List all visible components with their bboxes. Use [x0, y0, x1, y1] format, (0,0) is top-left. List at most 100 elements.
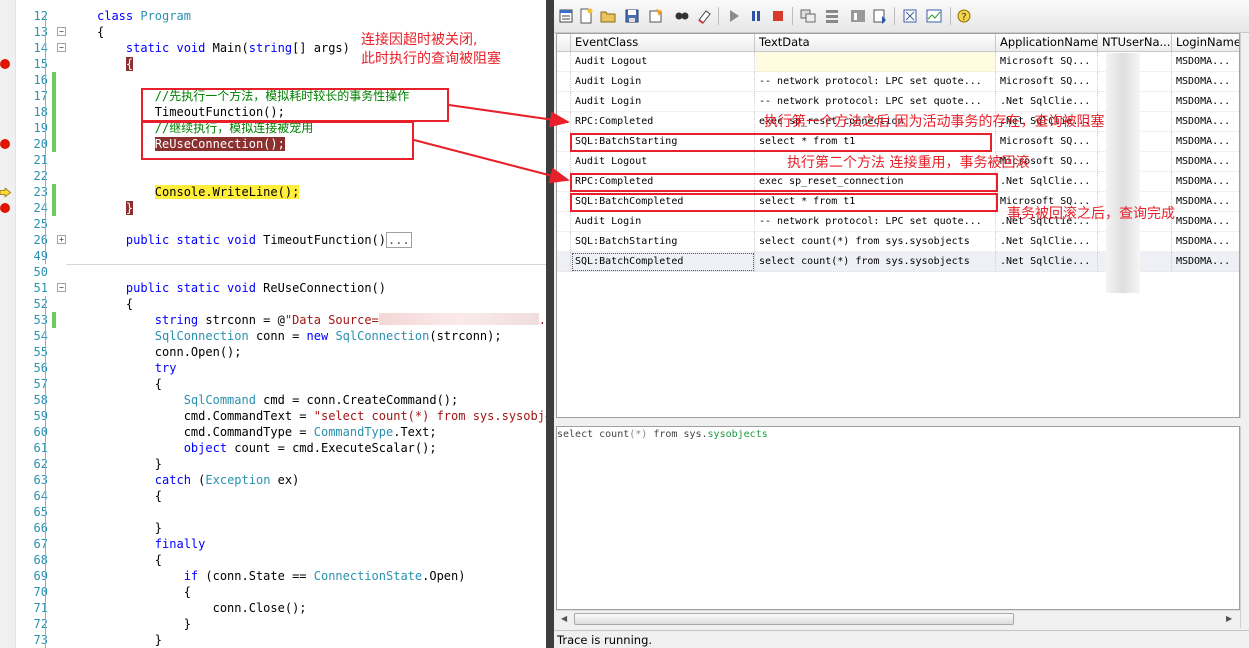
cell-applicationname[interactable]: Microsoft SQ...: [996, 52, 1098, 72]
code-line[interactable]: 71 conn.Close();: [16, 600, 546, 616]
cell-applicationname[interactable]: .Net SqlClie...: [996, 252, 1098, 272]
breakpoint-icon[interactable]: [0, 203, 10, 213]
scroll-right-icon[interactable]: ▶: [1226, 614, 1232, 623]
row-gutter[interactable]: [557, 172, 571, 192]
stop-icon[interactable]: [770, 8, 786, 24]
code-line[interactable]: 16: [16, 72, 546, 88]
cell-loginname[interactable]: MSDOMA...: [1172, 192, 1239, 212]
help-icon[interactable]: ?: [956, 8, 972, 24]
pause-icon[interactable]: [748, 8, 764, 24]
row-gutter[interactable]: [557, 152, 571, 172]
template-icon[interactable]: [648, 8, 664, 24]
detail-horizontal-scrollbar[interactable]: ◀ ▶: [556, 610, 1240, 627]
cell-loginname[interactable]: MSDOMA...: [1172, 132, 1239, 152]
code-line[interactable]: 56 try: [16, 360, 546, 376]
code-line[interactable]: 50: [16, 264, 546, 280]
cell-eventclass[interactable]: Audit Login: [571, 72, 755, 92]
breakpoint-margin[interactable]: [0, 0, 16, 648]
code-line[interactable]: 62 }: [16, 456, 546, 472]
scroll-left-icon[interactable]: ◀: [561, 614, 567, 623]
row-gutter[interactable]: [557, 232, 571, 252]
find-icon[interactable]: [674, 8, 690, 24]
code-line[interactable]: 12 class Program: [16, 8, 546, 24]
cell-applicationname[interactable]: Microsoft SQ...: [996, 132, 1098, 152]
code-line[interactable]: 51− public static void ReUseConnection(): [16, 280, 546, 296]
cell-eventclass[interactable]: RPC:Completed: [571, 112, 755, 132]
cell-loginname[interactable]: MSDOMA...: [1172, 232, 1239, 252]
filter-icon[interactable]: [850, 8, 866, 24]
code-line[interactable]: 70 {: [16, 584, 546, 600]
code-line[interactable]: 67 finally: [16, 536, 546, 552]
cell-applicationname[interactable]: .Net SqlClie...: [996, 172, 1098, 192]
cell-textdata[interactable]: select count(*) from sys.sysobjects: [755, 232, 996, 252]
collapse-icon[interactable]: −: [57, 283, 66, 292]
cell-loginname[interactable]: MSDOMA...: [1172, 72, 1239, 92]
code-line[interactable]: 73 }: [16, 632, 546, 648]
code-line[interactable]: 49: [16, 248, 546, 264]
code-line[interactable]: 22: [16, 168, 546, 184]
code-line[interactable]: 72 }: [16, 616, 546, 632]
collapsed-region[interactable]: ...: [386, 232, 412, 248]
code-line[interactable]: 61 object count = cmd.ExecuteScalar();: [16, 440, 546, 456]
open-icon[interactable]: [600, 8, 616, 24]
breakpoint-icon[interactable]: [0, 59, 10, 69]
cell-applicationname[interactable]: .Net SqlClie...: [996, 232, 1098, 252]
cell-loginname[interactable]: MSDOMA...: [1172, 212, 1239, 232]
cell-eventclass[interactable]: SQL:BatchStarting: [571, 232, 755, 252]
sql-icon[interactable]: [902, 8, 918, 24]
cell-textdata[interactable]: [755, 52, 996, 72]
cell-loginname[interactable]: MSDOMA...: [1172, 252, 1239, 272]
collapse-icon[interactable]: −: [57, 43, 66, 52]
cell-loginname[interactable]: MSDOMA...: [1172, 152, 1239, 172]
code-line[interactable]: 24 }: [16, 200, 546, 216]
row-gutter[interactable]: [557, 192, 571, 212]
code-line[interactable]: 55 conn.Open();: [16, 344, 546, 360]
code-line[interactable]: 53 string strconn = @"Data Source= .po: [16, 312, 546, 328]
row-gutter[interactable]: [557, 132, 571, 152]
cell-eventclass[interactable]: Audit Login: [571, 92, 755, 112]
breakpoint-icon[interactable]: [0, 139, 10, 149]
code-line[interactable]: 26 + public static void TimeoutFunction()…: [16, 232, 546, 248]
code-line[interactable]: 64 {: [16, 488, 546, 504]
column-header-eventclass[interactable]: EventClass: [571, 34, 755, 52]
code-line[interactable]: 65: [16, 504, 546, 520]
clear-icon[interactable]: [696, 8, 712, 24]
cell-applicationname[interactable]: Microsoft SQ...: [996, 72, 1098, 92]
collapse-icon[interactable]: −: [57, 27, 66, 36]
code-line[interactable]: 52 {: [16, 296, 546, 312]
expand-icon[interactable]: +: [57, 235, 66, 244]
scroll-thumb[interactable]: [574, 613, 1014, 625]
save-icon[interactable]: [624, 8, 640, 24]
row-gutter[interactable]: [557, 92, 571, 112]
cell-loginname[interactable]: MSDOMA...: [1172, 112, 1239, 132]
cell-textdata[interactable]: -- network protocol: LPC set quote...: [755, 72, 996, 92]
code-line[interactable]: 60 cmd.CommandType = CommandType.Text;: [16, 424, 546, 440]
code-line[interactable]: 69 if (conn.State == ConnectionState.Ope…: [16, 568, 546, 584]
perfmon-icon[interactable]: [926, 8, 942, 24]
row-gutter[interactable]: [557, 252, 571, 272]
trace-properties-icon[interactable]: [558, 8, 574, 24]
code-line[interactable]: 66 }: [16, 520, 546, 536]
column-header-ntusername[interactable]: NTUserNa...: [1098, 34, 1172, 52]
code-line[interactable]: 57 {: [16, 376, 546, 392]
textdata-detail-pane[interactable]: select count(*) from sys.sysobjects: [556, 426, 1240, 610]
row-gutter[interactable]: [557, 72, 571, 92]
cell-eventclass[interactable]: Audit Logout: [571, 152, 755, 172]
start-icon[interactable]: [726, 8, 742, 24]
detail-vertical-scrollbar[interactable]: [1240, 426, 1249, 628]
code-line[interactable]: 25: [16, 216, 546, 232]
cell-eventclass[interactable]: Audit Logout: [571, 52, 755, 72]
autoscroll-icon[interactable]: [872, 8, 888, 24]
new-trace-icon[interactable]: [578, 8, 594, 24]
column-header-loginname[interactable]: LoginName: [1172, 34, 1239, 52]
cell-textdata[interactable]: -- network protocol: LPC set quote...: [755, 92, 996, 112]
code-line[interactable]: 68 {: [16, 552, 546, 568]
column-header-textdata[interactable]: TextData: [755, 34, 996, 52]
code-line[interactable]: 59 cmd.CommandText = "select count(*) fr…: [16, 408, 546, 424]
cell-applicationname[interactable]: .Net SqlClie...: [996, 92, 1098, 112]
row-gutter[interactable]: [557, 112, 571, 132]
cell-loginname[interactable]: MSDOMA...: [1172, 172, 1239, 192]
code-line[interactable]: 63 catch (Exception ex): [16, 472, 546, 488]
grid-vertical-scrollbar[interactable]: [1240, 33, 1249, 418]
row-gutter[interactable]: [557, 212, 571, 232]
